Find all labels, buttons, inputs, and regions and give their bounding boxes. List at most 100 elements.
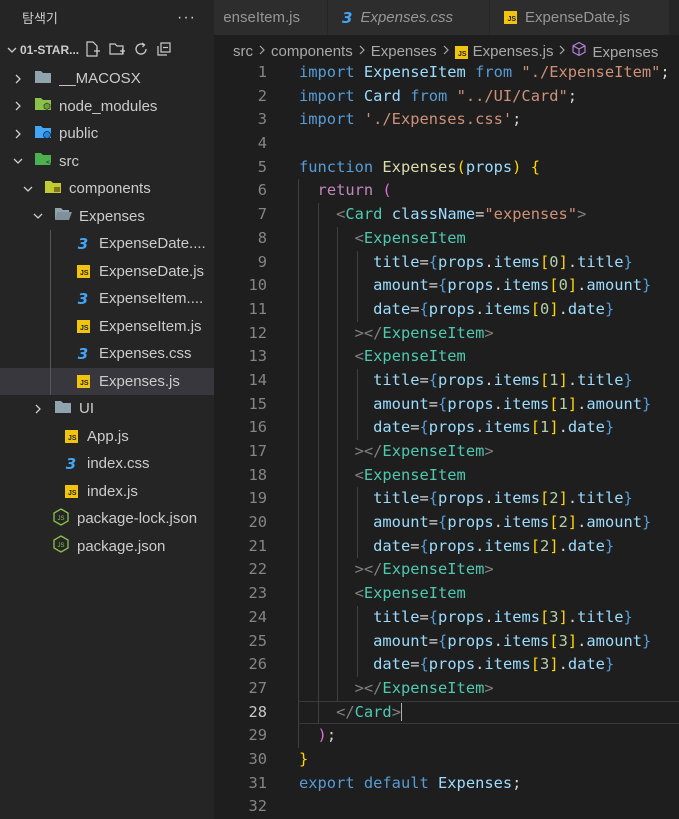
chevron-right-icon[interactable] xyxy=(10,126,26,142)
tree-item-package-lock-json[interactable]: JS package-lock.json xyxy=(0,505,214,533)
tree-item-index-js[interactable]: JS index.js xyxy=(0,478,214,506)
code-token: 3 xyxy=(540,655,550,674)
code-token: [ xyxy=(540,370,550,389)
editor-tab[interactable]: 3 Expenses.css xyxy=(328,0,490,35)
css-file-icon: 3 xyxy=(77,289,89,308)
breadcrumb-item[interactable]: Expenses xyxy=(571,41,658,61)
code-token: ) xyxy=(317,726,327,745)
code-token: props xyxy=(428,536,476,555)
line-number: 13 xyxy=(248,347,267,366)
chevron-down-icon[interactable] xyxy=(10,153,26,169)
line-number: 10 xyxy=(248,276,267,295)
code-editor[interactable]: 1 import ExpenseItem from "./ExpenseItem"… xyxy=(214,61,679,819)
tree-item-ui[interactable]: UI xyxy=(0,395,214,423)
code-token: = xyxy=(410,299,420,318)
chevron-right-icon[interactable] xyxy=(10,98,26,114)
code-token: props xyxy=(428,655,476,674)
tree-item-macosx[interactable]: __MACOSX xyxy=(0,65,214,93)
code-token: export xyxy=(299,773,364,792)
tree-item-expenses[interactable]: Expenses xyxy=(0,203,214,231)
code-token: date xyxy=(567,655,605,674)
code-token: amount xyxy=(586,276,643,295)
tree-item-components[interactable]: components xyxy=(0,175,214,203)
code-token: . xyxy=(577,631,587,650)
collapse-all-icon[interactable] xyxy=(156,41,172,60)
code-token: ExpenseItem xyxy=(382,678,485,697)
tree-item-node-modules[interactable]: node_modules xyxy=(0,93,214,121)
breadcrumb-item[interactable]: Expenses xyxy=(371,43,437,60)
code-token: ></ xyxy=(354,323,383,342)
tree-item-expenseitem-js[interactable]: JS ExpenseItem.js xyxy=(0,312,214,340)
tree-item-expensedate-js[interactable]: JS ExpenseDate.js xyxy=(0,257,214,285)
line-number: 17 xyxy=(248,442,267,460)
code-token: [ xyxy=(549,276,559,295)
code-token: { xyxy=(419,655,429,674)
editor-tab[interactable]: JS ExpenseDate.js xyxy=(490,0,670,35)
code-token: items xyxy=(502,513,550,532)
tree-item-public[interactable]: public xyxy=(0,120,214,148)
breadcrumb-item[interactable]: components xyxy=(271,43,353,60)
tree-item-app-js[interactable]: JS App.js xyxy=(0,423,214,451)
code-token: ></ xyxy=(354,678,383,697)
tree-item-label: package.json xyxy=(77,537,166,555)
tree-item-expenseitem[interactable]: 3 ExpenseItem.... xyxy=(0,285,214,313)
new-folder-icon[interactable] xyxy=(108,40,126,61)
line-number: 11 xyxy=(248,299,267,318)
code-line: 15 amount={props.items[1].amount} xyxy=(214,392,679,417)
code-token: } xyxy=(642,513,652,532)
code-token: ; xyxy=(512,773,522,792)
code-token: [ xyxy=(530,299,541,318)
breadcrumb-item[interactable]: JS Expenses.js xyxy=(454,43,553,60)
tree-item-expenses-js[interactable]: JS Expenses.js xyxy=(0,367,214,395)
refresh-icon[interactable] xyxy=(133,41,149,60)
code-token: . xyxy=(484,489,494,508)
code-text: date={props.items[0].date} xyxy=(299,298,614,322)
tree-item-expenses-css[interactable]: 3 Expenses.css xyxy=(0,340,214,368)
line-number: 12 xyxy=(248,323,267,342)
tree-item-index-css[interactable]: 3 index.css xyxy=(0,450,214,478)
editor-tab[interactable]: enseItem.js xyxy=(214,0,328,35)
code-token: Expenses xyxy=(382,157,457,176)
code-token: from xyxy=(465,63,522,81)
svg-text:</>: </> xyxy=(46,159,52,166)
tree-item-src[interactable]: </> src xyxy=(0,148,214,176)
line-number: 2 xyxy=(257,86,267,105)
code-token: [ xyxy=(549,394,559,413)
code-token: ExpenseItem xyxy=(363,465,466,484)
more-actions-icon[interactable]: ··· xyxy=(177,9,196,27)
tree-item-package-json[interactable]: JS package.json xyxy=(0,533,214,561)
tree-item-label: package-lock.json xyxy=(77,510,198,528)
code-line: 30} xyxy=(214,748,679,772)
folder-icon xyxy=(54,400,72,418)
line-number: 4 xyxy=(257,134,267,153)
chevron-right-icon[interactable] xyxy=(30,401,46,417)
line-number: 26 xyxy=(248,655,267,674)
code-text: function Expenses(props) { xyxy=(299,156,540,180)
code-token: = xyxy=(419,370,429,389)
code-token: items xyxy=(502,631,550,650)
chevron-down-icon[interactable] xyxy=(30,208,46,224)
chevron-right-icon[interactable] xyxy=(10,71,26,87)
code-token: . xyxy=(558,655,568,674)
code-line: 7 <Card className="expenses"> xyxy=(214,203,679,227)
code-text: title={props.items[2].title} xyxy=(299,487,633,511)
line-number: 21 xyxy=(248,536,267,555)
code-token: title xyxy=(373,607,420,626)
line-number: 14 xyxy=(248,370,267,389)
line-number: 18 xyxy=(248,465,267,484)
code-token: > xyxy=(484,323,494,342)
breadcrumb-item[interactable]: src xyxy=(233,43,253,60)
code-token: ; xyxy=(326,726,337,745)
workspace-section-header[interactable]: 01-STAR... xyxy=(0,35,214,65)
new-file-icon[interactable] xyxy=(83,40,101,61)
chevron-down-icon[interactable] xyxy=(20,181,36,197)
tree-item-label: index.css xyxy=(87,455,150,473)
tree-item-expensedate[interactable]: 3 ExpenseDate.... xyxy=(0,230,214,258)
code-text: title={props.items[1].title} xyxy=(299,369,633,393)
code-token: 1 xyxy=(549,370,559,389)
code-token: = xyxy=(419,607,429,626)
code-token: default xyxy=(363,773,439,792)
